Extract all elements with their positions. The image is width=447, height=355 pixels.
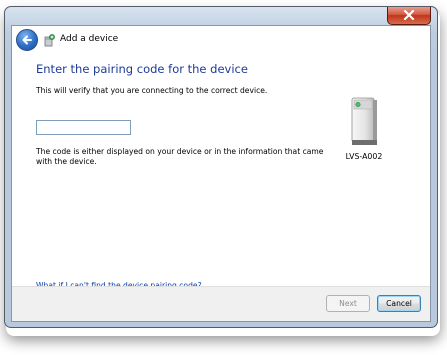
next-button[interactable]: Next [326,295,370,312]
pairing-code-input[interactable] [36,120,131,135]
instruction-subtext: This will verify that you are connecting… [36,86,268,95]
add-device-icon [44,34,55,47]
wizard-body: Add a device Enter the pairing code for … [11,25,431,322]
cancel-button[interactable]: Cancel [377,295,421,312]
pairing-code-hint: The code is either displayed on your dev… [36,147,324,166]
main-instruction: Enter the pairing code for the device [36,62,248,76]
wizard-title: Add a device [60,34,119,44]
back-button[interactable] [16,29,38,51]
close-icon [403,10,415,20]
device-tile: LVS-A002 [328,96,400,161]
close-button[interactable] [387,7,431,25]
wizard-header: Add a device [12,26,430,56]
device-tower-icon [351,97,377,145]
add-device-window: Add a device Enter the pairing code for … [4,6,438,328]
wizard-footer: Next Cancel [12,286,430,321]
wizard-content: Enter the pairing code for the device Th… [12,56,430,290]
back-arrow-icon [22,35,32,45]
device-name: LVS-A002 [345,152,383,161]
